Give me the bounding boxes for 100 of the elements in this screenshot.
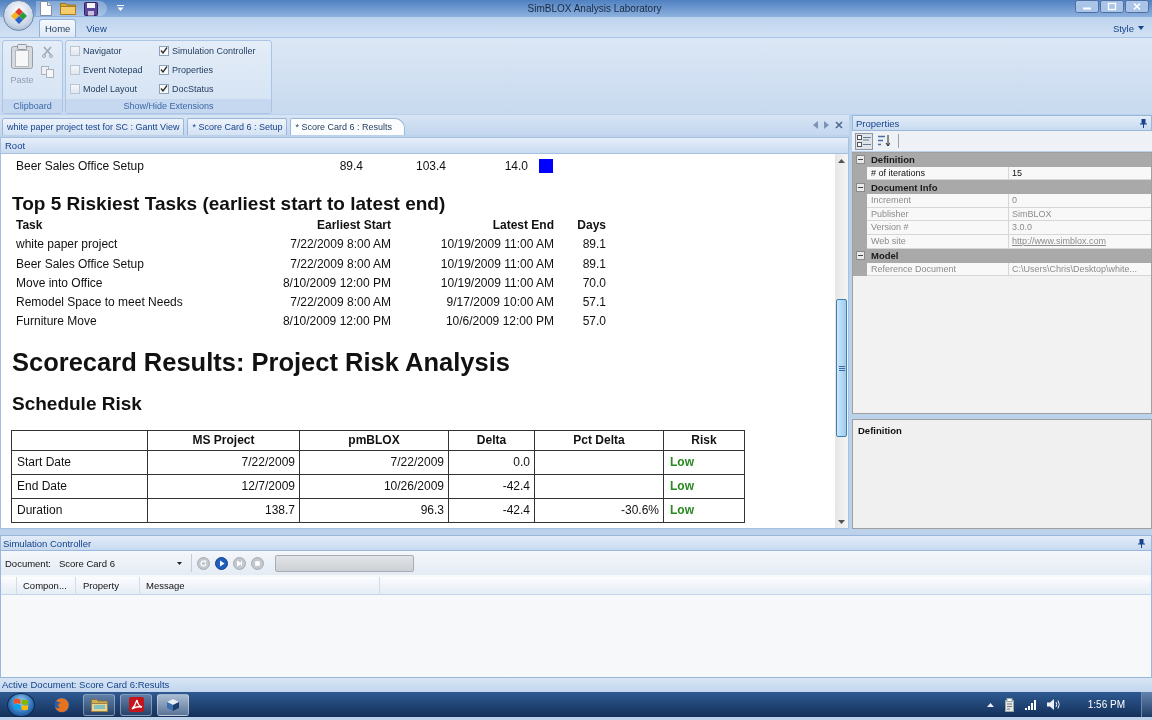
checkbox[interactable] xyxy=(159,83,169,94)
taskbar-button[interactable] xyxy=(83,693,115,716)
checkbox-label[interactable]: Event Notepad xyxy=(83,64,143,75)
folder-icon[interactable] xyxy=(60,2,76,15)
sort-icon xyxy=(878,135,890,147)
caret-icon xyxy=(1138,26,1144,30)
table-cell-text: 10/19/2009 11:00 AM xyxy=(439,255,554,273)
table-cell: -30.6% xyxy=(534,498,664,523)
task-name: Beer Sales Office Setup xyxy=(16,158,145,175)
pin-icon[interactable] xyxy=(1140,118,1147,128)
categorized-list-icon xyxy=(857,135,871,147)
description-title: Definition xyxy=(858,425,902,436)
table-cell: 7/22/2009 xyxy=(299,450,449,475)
ribbon-tab[interactable]: Home xyxy=(39,19,77,37)
column-header[interactable]: Message xyxy=(140,577,380,594)
property-name: Version # xyxy=(867,221,1009,236)
taskbar-button[interactable] xyxy=(120,693,152,716)
property-value: 0 xyxy=(1009,194,1151,208)
risk-level: Low xyxy=(663,498,745,523)
checkbox-label[interactable]: DocStatus xyxy=(172,83,214,94)
table-cell: -42.4 xyxy=(448,474,535,499)
document-dropdown[interactable]: Score Card 6 xyxy=(55,554,188,572)
close-icon[interactable] xyxy=(1125,0,1149,13)
column-header: Delta xyxy=(448,430,535,451)
diamonds-icon xyxy=(9,6,28,25)
taskbar-button[interactable] xyxy=(157,693,189,716)
table-cell: 12/7/2009 xyxy=(147,474,300,499)
close-icon[interactable] xyxy=(835,121,843,129)
new-document-icon[interactable] xyxy=(40,1,52,16)
table-cell-text: 89.4 xyxy=(338,158,363,175)
pdf-icon xyxy=(128,697,144,712)
table-cell-text: 14.0 xyxy=(503,158,528,175)
checkbox-label[interactable]: Properties xyxy=(172,64,214,75)
start-button[interactable] xyxy=(7,692,35,717)
panel-title: Simulation Controller xyxy=(3,537,92,549)
show-desktop-button[interactable] xyxy=(1141,692,1152,717)
table-cell-text: 57.1 xyxy=(581,294,606,312)
section-heading: Schedule Risk xyxy=(12,392,143,415)
document-tab[interactable]: white paper project test for SC : Gantt View xyxy=(2,118,185,135)
caret-icon xyxy=(177,561,182,565)
save-icon[interactable] xyxy=(84,1,98,16)
clipboard-icon[interactable] xyxy=(1003,697,1015,712)
vertical-scrollbar[interactable] xyxy=(835,154,848,528)
customize-arrow-icon[interactable] xyxy=(117,5,124,12)
column-header: pmBLOX xyxy=(299,430,449,451)
style-menu[interactable]: Style xyxy=(1108,19,1148,37)
column-header: Days xyxy=(576,217,606,234)
scrollbar-thumb[interactable] xyxy=(836,299,847,437)
minus-box-icon[interactable] xyxy=(855,182,865,192)
table-cell-text: 8/10/2009 12:00 PM xyxy=(281,313,391,331)
category-header[interactable]: Definition xyxy=(853,153,1151,167)
cube-icon xyxy=(166,697,180,712)
table-cell-text: 10/19/2009 11:00 AM xyxy=(439,236,554,254)
document-tab[interactable]: * Score Card 6 : Results xyxy=(290,118,406,135)
speaker-icon[interactable] xyxy=(1046,699,1060,710)
maximize-icon[interactable] xyxy=(1100,0,1124,13)
column-header[interactable]: Property xyxy=(76,577,140,594)
table-cell-text: 89.1 xyxy=(581,236,606,254)
table-cell-text: 7/22/2009 8:00 AM xyxy=(289,294,391,312)
dropdown-value: Score Card 6 xyxy=(59,557,115,569)
group-label: Show/Hide Extensions xyxy=(66,99,271,113)
table-cell-text: Remodel Space to meet Needs xyxy=(16,294,184,312)
document-tab[interactable]: * Score Card 6 : Setup xyxy=(187,118,288,135)
status-text: Active Document: Score Card 6:Results xyxy=(2,679,170,690)
scroll-up-icon[interactable] xyxy=(838,159,845,163)
checkbox-label[interactable]: Model Layout xyxy=(83,83,138,94)
checkbox-label[interactable]: Simulation Controller xyxy=(172,45,256,56)
table-cell-text: 10/19/2009 11:00 AM xyxy=(439,274,554,292)
checkbox[interactable] xyxy=(70,64,80,75)
column-header: Pct Delta xyxy=(534,430,664,451)
clock-time[interactable]: 1:56 PM xyxy=(1087,699,1125,710)
checkbox[interactable] xyxy=(70,45,80,56)
checkbox[interactable] xyxy=(159,64,169,75)
column-header: Task xyxy=(16,217,44,234)
ribbon-tab[interactable]: View xyxy=(80,19,113,37)
scroll-down-icon[interactable] xyxy=(838,520,845,524)
column-header[interactable]: Compon... xyxy=(17,577,76,594)
tray-arrow-icon[interactable] xyxy=(986,702,994,707)
minimize-icon[interactable] xyxy=(1075,0,1099,13)
row-header: Start Date xyxy=(11,450,148,475)
group-label: Clipboard xyxy=(3,99,62,113)
checkbox[interactable] xyxy=(70,83,80,94)
checkbox-label[interactable]: Navigator xyxy=(83,45,122,56)
checkbox[interactable] xyxy=(159,45,169,56)
breadcrumb-item[interactable]: Root xyxy=(5,140,26,151)
table-cell: 10/26/2009 xyxy=(299,474,449,499)
category-label: Definition xyxy=(870,154,915,166)
category-header[interactable]: Document Info xyxy=(853,180,1151,195)
minus-box-icon[interactable] xyxy=(855,251,865,261)
play-icon xyxy=(215,556,228,570)
signal-bars-icon[interactable] xyxy=(1024,699,1037,710)
clipboard-icon xyxy=(10,43,34,69)
table-cell: 0.0 xyxy=(448,450,535,475)
categorized-view-button[interactable] xyxy=(855,132,873,150)
play-button[interactable] xyxy=(215,556,228,570)
table-cell-text: 8/10/2009 12:00 PM xyxy=(281,274,391,292)
category-label: Document Info xyxy=(870,181,938,193)
table-cell: 7/22/2009 xyxy=(147,450,300,475)
minus-box-icon[interactable] xyxy=(855,155,865,165)
pin-icon[interactable] xyxy=(1138,538,1145,548)
